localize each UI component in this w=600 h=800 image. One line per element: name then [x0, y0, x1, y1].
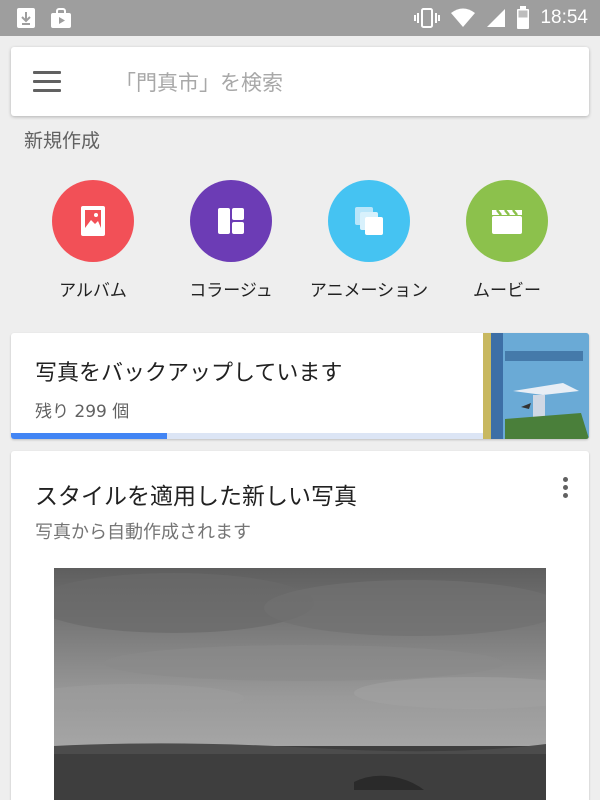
backup-progress-fill: [11, 433, 167, 439]
create-collage-label: コラージュ: [189, 281, 273, 301]
movie-icon: [466, 180, 548, 262]
search-bar[interactable]: 「門真市」を検索: [11, 47, 589, 116]
backup-progress-bar: [11, 433, 483, 439]
status-bar: 18:54: [0, 0, 600, 36]
create-animation-button[interactable]: アニメーション: [299, 180, 439, 301]
animation-icon: [328, 180, 410, 262]
wifi-icon: [451, 8, 476, 27]
search-input[interactable]: 「門真市」を検索: [115, 67, 283, 97]
new-section-heading: 新規作成: [24, 130, 101, 152]
styled-photo-image[interactable]: [24, 568, 589, 800]
store-bag-icon: [51, 8, 71, 28]
more-vert-icon[interactable]: [563, 477, 569, 499]
backup-thumbnail: [483, 333, 589, 439]
create-collage-button[interactable]: コラージュ: [161, 180, 301, 301]
styled-photo-card[interactable]: スタイルを適用した新しい写真 写真から自動作成されます: [11, 451, 589, 800]
album-icon: [52, 180, 134, 262]
hamburger-menu-icon[interactable]: [33, 71, 61, 93]
status-time: 18:54: [540, 7, 588, 28]
backup-remaining: 残り 299 個: [35, 402, 130, 422]
vibrate-icon: [414, 8, 441, 28]
download-icon: [17, 8, 35, 28]
backup-card[interactable]: 写真をバックアップしています 残り 299 個: [11, 333, 589, 439]
collage-icon: [190, 180, 272, 262]
backup-title: 写真をバックアップしています: [35, 361, 343, 386]
styled-photo-title: スタイルを適用した新しい写真: [35, 484, 357, 510]
create-animation-label: アニメーション: [309, 281, 429, 301]
create-album-label: アルバム: [59, 281, 127, 301]
signal-icon: [487, 9, 506, 27]
create-actions: アルバム コラージュ アニメーション ムービー: [0, 180, 600, 301]
create-movie-button[interactable]: ムービー: [437, 180, 577, 301]
styled-photo-subtitle: 写真から自動作成されます: [35, 522, 251, 543]
create-movie-label: ムービー: [473, 281, 541, 301]
create-album-button[interactable]: アルバム: [23, 180, 163, 301]
battery-icon: [517, 6, 530, 29]
